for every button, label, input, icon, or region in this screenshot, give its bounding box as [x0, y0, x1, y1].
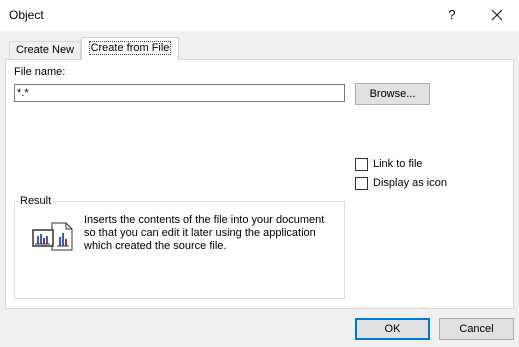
link-to-file-label: Link to file — [373, 158, 423, 170]
cancel-button[interactable]: Cancel — [439, 318, 514, 340]
result-description: Inserts the contents of the file into yo… — [84, 214, 325, 252]
window-title: Object — [9, 8, 44, 22]
help-button[interactable]: ? — [436, 1, 468, 29]
close-button[interactable] — [482, 1, 512, 29]
link-to-file-option[interactable]: Link to file — [355, 157, 423, 171]
tab-create-new[interactable]: Create New — [9, 41, 81, 59]
file-name-label: File name: — [14, 66, 66, 78]
display-as-icon-option[interactable]: Display as icon — [355, 176, 447, 190]
tab-create-from-file-label: Create from File — [88, 41, 172, 55]
ok-button[interactable]: OK — [355, 318, 430, 340]
document-chart-icon — [32, 221, 74, 251]
display-as-icon-checkbox[interactable] — [355, 176, 368, 190]
display-as-icon-label: Display as icon — [373, 177, 447, 189]
file-name-input[interactable] — [14, 84, 345, 102]
result-legend: Result — [18, 195, 54, 207]
close-icon — [491, 9, 503, 21]
link-to-file-checkbox[interactable] — [355, 157, 368, 171]
browse-button[interactable]: Browse... — [355, 83, 430, 105]
tab-create-new-label: Create New — [15, 44, 75, 56]
tab-create-from-file[interactable]: Create from File — [81, 37, 179, 60]
